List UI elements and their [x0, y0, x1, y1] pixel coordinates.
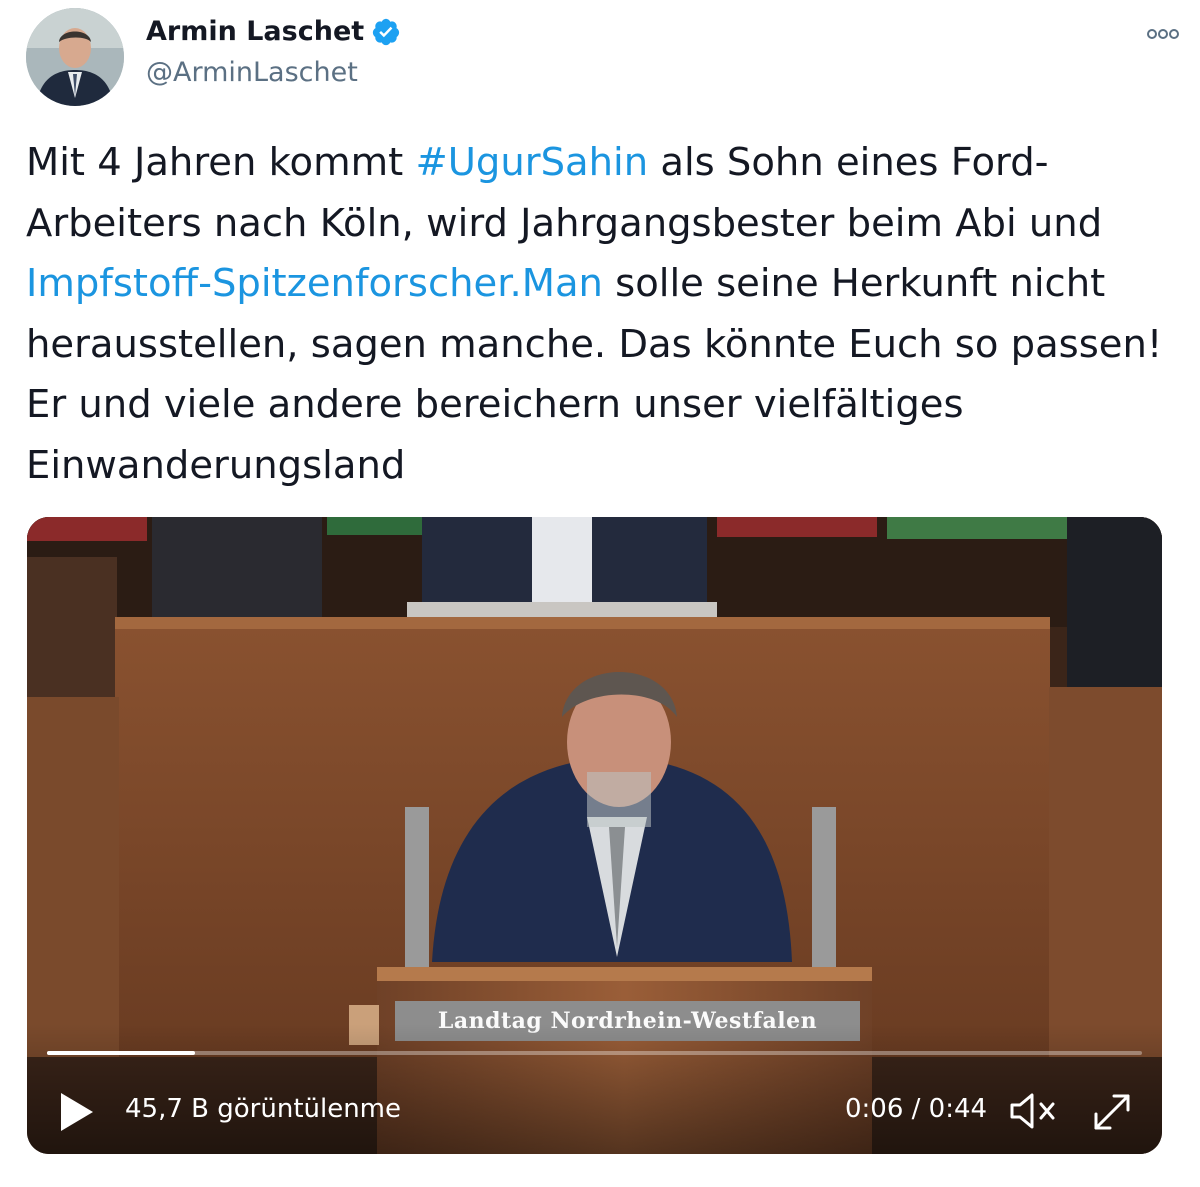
mute-button[interactable] [1008, 1091, 1060, 1131]
progress-fill [47, 1051, 195, 1055]
url-link[interactable]: Impfstoff-Spitzenforscher.Man [26, 261, 603, 306]
author-avatar[interactable] [26, 8, 124, 106]
controls-overlay [27, 1024, 1162, 1154]
hashtag-link[interactable]: #UgurSahin [415, 140, 648, 185]
play-button[interactable] [57, 1090, 97, 1134]
verified-badge-icon [371, 17, 401, 47]
play-icon [61, 1093, 93, 1131]
author-display-name[interactable]: Armin Laschet [146, 16, 364, 47]
fullscreen-button[interactable] [1090, 1090, 1134, 1134]
video-player[interactable]: Landtag Nordrhein-Westfalen 45,7 B görün… [27, 517, 1162, 1154]
author-name-row: Armin Laschet [146, 16, 401, 47]
fullscreen-icon [1094, 1094, 1130, 1130]
time-display: 0:06 / 0:44 [845, 1094, 988, 1124]
avatar-portrait-icon [26, 8, 124, 106]
progress-bar[interactable] [47, 1051, 1142, 1055]
tweet-text-segment: Mit 4 Jahren kommt [26, 140, 416, 185]
volume-muted-icon [1010, 1093, 1055, 1129]
more-options-icon[interactable] [1146, 22, 1180, 46]
tweet-text: Mit 4 Jahren kommt #UgurSahin als Sohn e… [26, 133, 1186, 496]
views-count: 45,7 B görüntülenme [125, 1094, 402, 1124]
author-handle[interactable]: @ArminLaschet [146, 57, 358, 88]
